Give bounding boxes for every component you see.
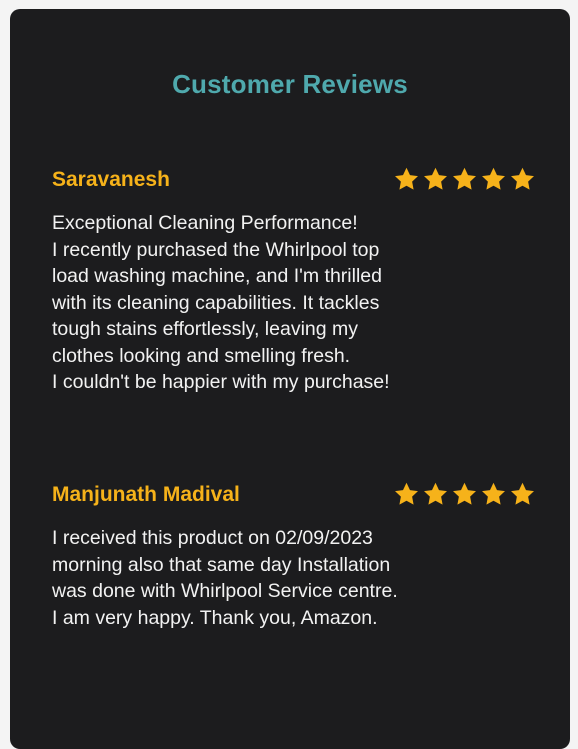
star-icon — [453, 482, 476, 505]
review-text-line: with its cleaning capabilities. It tackl… — [52, 291, 380, 314]
review-text-line: load washing machine, and I'm thrilled — [52, 265, 382, 287]
reviewer-name: Manjunath Madival — [52, 483, 240, 506]
section-title: Customer Reviews — [172, 69, 408, 99]
star-icon — [424, 482, 447, 505]
star-icon — [482, 167, 505, 190]
star-icon — [395, 482, 418, 505]
review-text-line: I couldn't be happier with my purchase! — [52, 371, 390, 393]
review-text-line: morning also that same day Installation — [52, 553, 391, 576]
review-text-line: tough stains effortlessly, leaving my — [52, 318, 359, 340]
star-rating — [393, 166, 536, 193]
review-header: Saravanesh — [52, 166, 536, 196]
star-icon — [511, 167, 534, 190]
star-icon — [395, 167, 418, 190]
star-icon — [453, 167, 476, 190]
review-text-line: was done with Whirlpool Service centre. — [52, 580, 398, 602]
review-text-line: I received this product on 02/09/2023 — [52, 527, 373, 549]
review-text: I received this product on 02/09/2023 mor… — [52, 525, 536, 631]
star-rating — [393, 481, 536, 508]
review-text: Exceptional Cleaning Performance! I recen… — [52, 210, 536, 396]
review-item: Saravanesh Exceptional Cleaning Performa… — [52, 166, 536, 396]
review-item: Manjunath Madival I received this produc… — [52, 481, 536, 631]
reviews-card: Customer Reviews Saravanesh Exceptional … — [10, 9, 570, 749]
review-text-line: I recently purchased the Whirlpool top — [52, 238, 380, 261]
star-icon — [511, 482, 534, 505]
review-text-line: Exceptional Cleaning Performance! — [52, 212, 358, 234]
star-icon — [424, 167, 447, 190]
star-icon — [482, 482, 505, 505]
review-header: Manjunath Madival — [52, 481, 536, 511]
review-text-line: clothes looking and smelling fresh. — [52, 344, 351, 367]
reviewer-name: Saravanesh — [52, 168, 170, 191]
review-text-line: I am very happy. Thank you, Amazon. — [52, 606, 378, 629]
